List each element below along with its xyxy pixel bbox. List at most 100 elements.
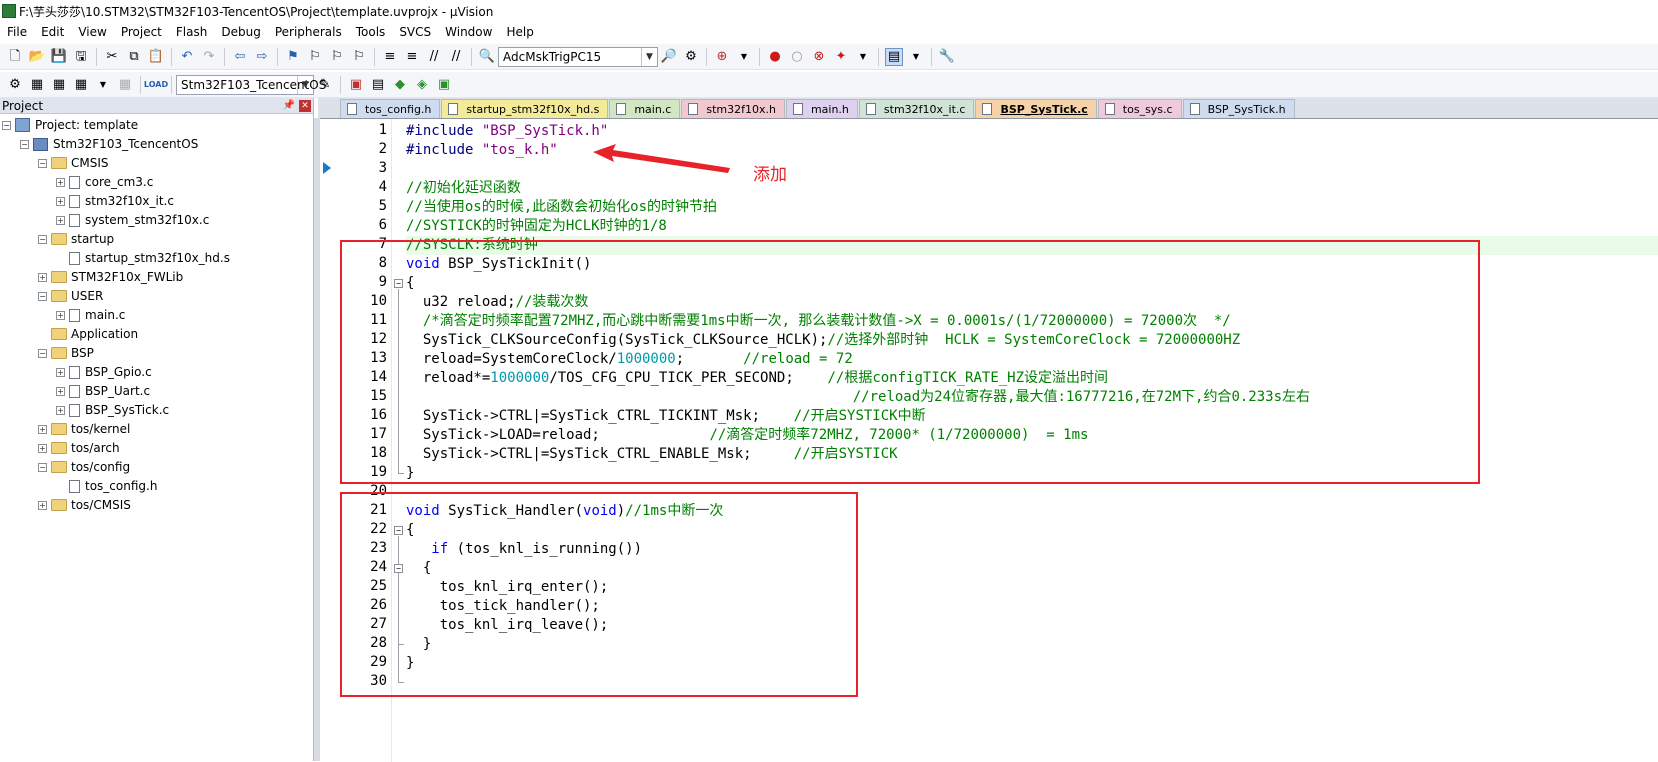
- collapse-icon[interactable]: −: [38, 291, 47, 301]
- copy-icon[interactable]: ⧉: [125, 48, 143, 66]
- tree-file[interactable]: tos_config.h: [56, 477, 157, 495]
- tree-group[interactable]: − BSP: [38, 344, 94, 362]
- uncomment-icon[interactable]: //: [447, 48, 465, 66]
- save-all-icon[interactable]: 🖫: [72, 48, 90, 66]
- tab-stm32f10x-it-c[interactable]: stm32f10x_it.c: [858, 99, 975, 118]
- close-icon[interactable]: ✕: [299, 99, 311, 112]
- expand-icon[interactable]: +: [38, 500, 47, 510]
- stop-build-icon[interactable]: ▦: [116, 76, 134, 94]
- collapse-icon[interactable]: −: [2, 120, 11, 130]
- expand-icon[interactable]: +: [56, 386, 65, 396]
- download-load-icon[interactable]: LOAD: [144, 76, 168, 94]
- indent-icon[interactable]: ≡: [381, 48, 399, 66]
- tree-file[interactable]: startup_stm32f10x_hd.s: [56, 249, 230, 267]
- nav-forward-icon[interactable]: ⇨: [253, 48, 271, 66]
- chevron-down-icon[interactable]: ▼: [94, 76, 112, 94]
- manage-components-icon[interactable]: ▣: [347, 76, 365, 94]
- comment-icon[interactable]: //: [425, 48, 443, 66]
- breakpoint-kill-icon[interactable]: ✦: [832, 48, 850, 66]
- chevron-down-icon[interactable]: ▼: [641, 47, 657, 66]
- menu-help[interactable]: Help: [499, 25, 540, 39]
- file-extensions-icon[interactable]: ▤: [369, 76, 387, 94]
- bookmark-next-icon[interactable]: ⚐: [328, 48, 346, 66]
- tree-file[interactable]: + core_cm3.c: [56, 173, 153, 191]
- bookmark-prev-icon[interactable]: ⚐: [306, 48, 324, 66]
- tab-tos-config-h[interactable]: tos_config.h: [340, 99, 441, 118]
- nav-back-icon[interactable]: ⇦: [231, 48, 249, 66]
- translate-icon[interactable]: ⚙: [6, 76, 24, 94]
- tab-startup-stm32f10x-hd-s[interactable]: startup_stm32f10x_hd.s: [441, 99, 609, 118]
- new-file-icon[interactable]: 🗋: [6, 48, 24, 66]
- tree-group[interactable]: + tos/CMSIS: [38, 496, 131, 514]
- chevron-down-icon[interactable]: ▼: [297, 75, 313, 94]
- tree-file[interactable]: + main.c: [56, 306, 125, 324]
- expand-icon[interactable]: +: [56, 196, 65, 206]
- target-combo[interactable]: Stm32F103_TcencentOS ▼: [176, 74, 326, 95]
- tree-file[interactable]: + BSP_SysTick.c: [56, 401, 169, 419]
- menu-project[interactable]: Project: [114, 25, 169, 39]
- paste-icon[interactable]: 📋: [147, 48, 165, 66]
- window-layout-icon[interactable]: ▤: [885, 47, 903, 66]
- tab-tos-sys-c[interactable]: tos_sys.c: [1097, 99, 1182, 118]
- tree-target[interactable]: − Stm32F103_TcencentOS: [20, 135, 198, 153]
- menu-tools[interactable]: Tools: [349, 25, 393, 39]
- pin-icon[interactable]: 📌: [283, 100, 295, 111]
- tree-file[interactable]: + stm32f10x_it.c: [56, 192, 174, 210]
- code-line[interactable]: #include "BSP_SysTick.h": [406, 122, 608, 141]
- expand-icon[interactable]: +: [38, 272, 47, 282]
- tree-group[interactable]: + tos/kernel: [38, 420, 130, 438]
- collapse-icon[interactable]: −: [20, 139, 29, 149]
- tree-file[interactable]: + BSP_Uart.c: [56, 382, 150, 400]
- tree-file[interactable]: + system_stm32f10x.c: [56, 211, 209, 229]
- tree-project-root[interactable]: − Project: template: [2, 116, 138, 134]
- pack-installer-icon[interactable]: ▣: [435, 76, 453, 94]
- menu-edit[interactable]: Edit: [34, 25, 71, 39]
- find-in-files-icon[interactable]: 🔍: [478, 48, 496, 66]
- open-folder-icon[interactable]: 📂: [28, 48, 46, 66]
- menu-peripherals[interactable]: Peripherals: [268, 25, 349, 39]
- menu-view[interactable]: View: [71, 25, 113, 39]
- expand-icon[interactable]: +: [56, 310, 65, 320]
- expand-icon[interactable]: +: [56, 367, 65, 377]
- tree-group[interactable]: − USER: [38, 287, 103, 305]
- tree-group[interactable]: − startup: [38, 230, 114, 248]
- tab-bsp-systick-h[interactable]: BSP_SysTick.h: [1182, 99, 1295, 118]
- collapse-icon[interactable]: −: [38, 158, 47, 168]
- undo-icon[interactable]: ↶: [178, 48, 196, 66]
- batch-build-icon[interactable]: ▦: [72, 76, 90, 94]
- menu-debug[interactable]: Debug: [214, 25, 267, 39]
- find-combo[interactable]: AdcMskTrigPC15 ▼: [498, 46, 658, 67]
- expand-icon[interactable]: +: [56, 405, 65, 415]
- expand-icon[interactable]: +: [56, 177, 65, 187]
- tab-main-h[interactable]: main.h: [785, 99, 858, 118]
- find-icon[interactable]: 🔎: [660, 48, 678, 66]
- code-line[interactable]: //当使用os的时候,此函数会初始化os的时钟节拍: [406, 198, 717, 217]
- menu-window[interactable]: Window: [438, 25, 499, 39]
- chevron-down-icon[interactable]: ▼: [735, 48, 753, 66]
- tree-group[interactable]: − CMSIS: [38, 154, 109, 172]
- unindent-icon[interactable]: ≡: [403, 48, 421, 66]
- menu-flash[interactable]: Flash: [169, 25, 214, 39]
- breakpoint-insert-icon[interactable]: ●: [766, 48, 784, 66]
- menu-svcs[interactable]: SVCS: [392, 25, 438, 39]
- code-line[interactable]: //SYSTICK的时钟固定为HCLK时钟的1/8: [406, 217, 667, 236]
- debug-zoom-icon[interactable]: ⊕: [713, 48, 731, 66]
- tab-bsp-systick-c[interactable]: BSP_SysTick.c: [975, 99, 1097, 118]
- chevron-down-icon[interactable]: ▼: [907, 48, 925, 66]
- chevron-down-icon[interactable]: ▼: [854, 48, 872, 66]
- tree-group[interactable]: + tos/arch: [38, 439, 120, 457]
- menu-file[interactable]: File: [0, 25, 34, 39]
- breakpoint-clear-icon[interactable]: ⊗: [810, 48, 828, 66]
- cut-icon[interactable]: ✂: [103, 48, 121, 66]
- bookmark-icon[interactable]: ⚑: [284, 48, 302, 66]
- select-packs-icon[interactable]: ◆: [391, 76, 409, 94]
- code-line[interactable]: #include "tos_k.h": [406, 141, 558, 160]
- configure-wrench-icon[interactable]: 🔧: [938, 48, 956, 66]
- code-line[interactable]: //初始化延迟函数: [406, 179, 521, 198]
- tree-group[interactable]: + STM32F10x_FWLib: [38, 268, 183, 286]
- tree-group[interactable]: − tos/config: [38, 458, 130, 476]
- manage-rte-icon[interactable]: ◈: [413, 76, 431, 94]
- save-icon[interactable]: 💾: [50, 48, 68, 66]
- tree-file[interactable]: + BSP_Gpio.c: [56, 363, 152, 381]
- expand-icon[interactable]: +: [38, 443, 47, 453]
